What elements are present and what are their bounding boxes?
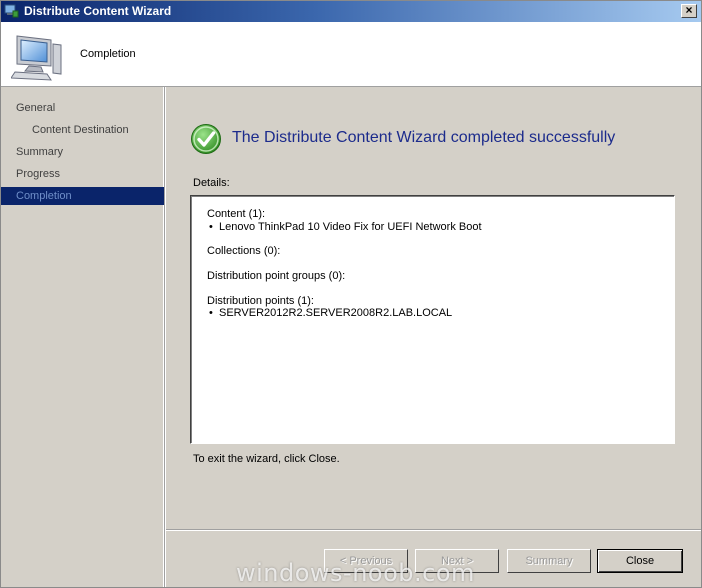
title-bar[interactable]: Distribute Content Wizard ×: [1, 1, 701, 22]
footer-divider: [166, 529, 701, 531]
watermark-text: windows-noob.com: [236, 559, 475, 587]
nav-item-completion[interactable]: Completion: [1, 187, 164, 205]
dp-item: SERVER2012R2.SERVER2008R2.LAB.LOCAL: [209, 307, 452, 319]
wizard-window: Distribute Content Wizard × Completion G…: [0, 0, 702, 588]
content-item: Lenovo ThinkPad 10 Video Fix for UEFI Ne…: [209, 221, 481, 233]
summary-button[interactable]: Summary: [507, 549, 591, 573]
wizard-nav: General Content Destination Summary Prog…: [1, 87, 164, 587]
nav-item-progress[interactable]: Progress: [1, 165, 164, 183]
close-icon: ×: [685, 3, 693, 17]
nav-item-general[interactable]: General: [1, 99, 164, 117]
nav-item-content-destination[interactable]: Content Destination: [1, 121, 164, 139]
close-button[interactable]: Close: [597, 549, 683, 573]
dp-groups-heading: Distribution point groups (0):: [207, 270, 346, 282]
completion-panel: The Distribute Content Wizard completed …: [166, 87, 701, 527]
details-textbox[interactable]: Content (1): Lenovo ThinkPad 10 Video Fi…: [190, 195, 675, 444]
window-title: Distribute Content Wizard: [24, 4, 172, 18]
details-label: Details:: [193, 177, 230, 189]
window-close-button[interactable]: ×: [681, 4, 697, 18]
content-heading: Content (1):: [207, 208, 266, 220]
collections-heading: Collections (0):: [207, 245, 281, 257]
success-check-icon: [191, 124, 221, 154]
computer-icon: [11, 35, 62, 81]
wizard-header: Completion: [1, 22, 701, 87]
nav-item-summary[interactable]: Summary: [1, 143, 164, 161]
dp-heading: Distribution points (1):: [207, 295, 314, 307]
exit-instructions: To exit the wizard, click Close.: [193, 453, 340, 465]
success-heading: The Distribute Content Wizard completed …: [232, 129, 616, 146]
page-title: Completion: [80, 48, 136, 60]
wizard-app-icon: [4, 4, 19, 18]
